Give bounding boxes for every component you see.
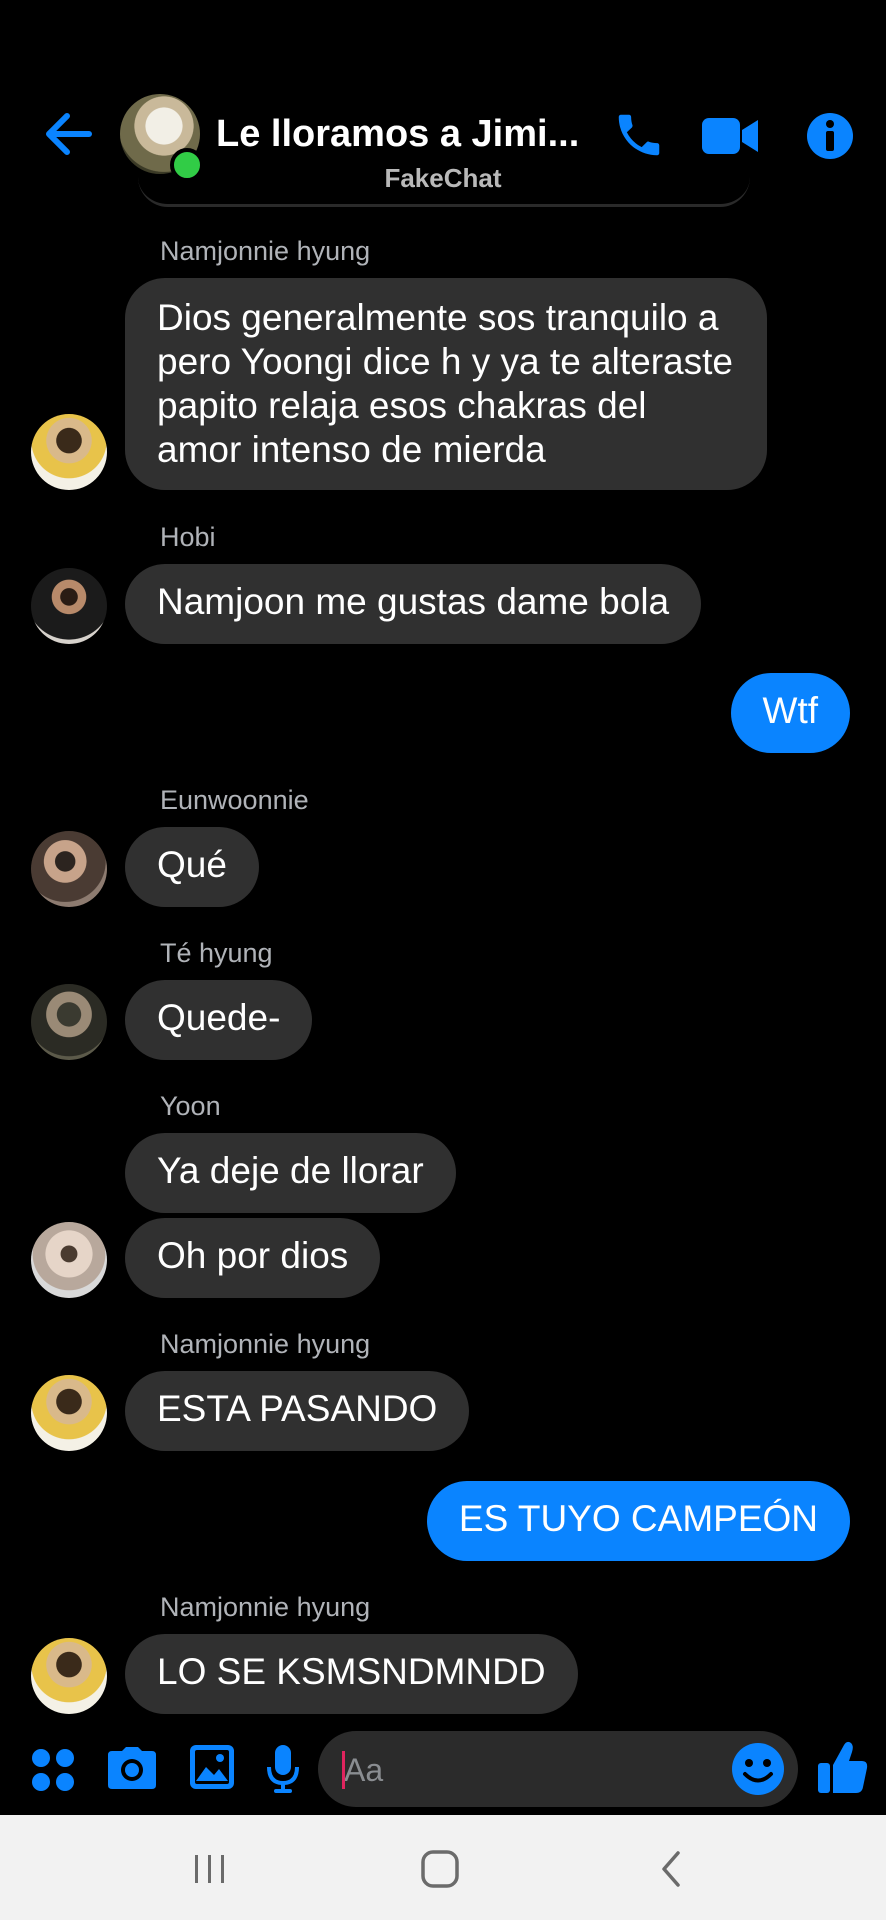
camera-button[interactable]: [106, 1745, 158, 1793]
more-actions-button[interactable]: [30, 1747, 76, 1793]
sender-name: Namjonnie hyung: [160, 1329, 371, 1359]
system-back-button[interactable]: [652, 1847, 692, 1891]
recent-apps-icon: [195, 1855, 224, 1883]
back-button[interactable]: [36, 106, 100, 162]
avatar[interactable]: [31, 1638, 107, 1714]
sender-name: Namjonnie hyung: [160, 1592, 371, 1622]
chat-title[interactable]: Le lloramos a Jimi...: [216, 108, 586, 160]
avatar[interactable]: [31, 984, 107, 1060]
thumbs-up-icon: [818, 1741, 868, 1793]
gallery-icon: [190, 1745, 234, 1789]
text-caret: [342, 1751, 345, 1789]
message-bubble[interactable]: Oh por dios: [125, 1218, 381, 1298]
chat-header: Le lloramos a Jimi... FakeChat: [0, 0, 886, 207]
home-button[interactable]: [418, 1847, 462, 1891]
apps-grid-icon: [32, 1749, 74, 1791]
video-camera-icon: [702, 118, 758, 154]
message-bubble[interactable]: Ya deje de llorar: [125, 1133, 456, 1213]
camera-icon: [108, 1747, 156, 1789]
sender-name: Eunwoonnie: [160, 785, 309, 815]
message-bubble[interactable]: Dios generalmente sos tranquilo a pero Y…: [125, 278, 767, 490]
message-bubble[interactable]: ESTA PASANDO: [125, 1371, 470, 1451]
avatar[interactable]: [31, 568, 107, 644]
sender-name: Té hyung: [160, 938, 273, 968]
sender-name: Yoon: [160, 1091, 221, 1121]
emoji-button[interactable]: [730, 1741, 786, 1797]
message-bubble-sent[interactable]: Wtf: [730, 673, 850, 753]
info-button[interactable]: [800, 106, 860, 166]
message-bubble[interactable]: Namjoon me gustas dame bola: [125, 564, 702, 644]
message-bubble[interactable]: LO SE KSMSNDMNDD: [125, 1634, 578, 1714]
system-navigation-bar: [0, 1815, 886, 1920]
voice-message-button[interactable]: [266, 1743, 300, 1795]
previous-message-bubble: [138, 176, 750, 207]
emoji-icon: [732, 1743, 784, 1795]
microphone-icon: [267, 1745, 299, 1793]
like-button[interactable]: [816, 1739, 872, 1797]
call-button[interactable]: [608, 104, 670, 166]
avatar[interactable]: [31, 1222, 107, 1298]
composer-bar: [0, 1725, 886, 1815]
message-bubble[interactable]: Quede-: [125, 980, 313, 1060]
recent-apps-button[interactable]: [190, 1849, 230, 1889]
sender-name: Namjonnie hyung: [160, 236, 371, 266]
info-icon: [807, 113, 853, 159]
home-icon: [421, 1850, 459, 1888]
sender-name: Hobi: [160, 522, 216, 552]
back-icon: [662, 1851, 680, 1887]
gallery-button[interactable]: [188, 1743, 236, 1791]
avatar[interactable]: [31, 414, 107, 490]
video-call-button[interactable]: [698, 108, 762, 164]
avatar[interactable]: [31, 831, 107, 907]
message-bubble[interactable]: Qué: [125, 827, 259, 907]
message-input[interactable]: [342, 1737, 726, 1803]
back-arrow-icon: [46, 113, 92, 155]
message-bubble-sent[interactable]: ES TUYO CAMPEÓN: [426, 1481, 850, 1561]
avatar[interactable]: [31, 1375, 107, 1451]
phone-icon: [618, 114, 660, 156]
